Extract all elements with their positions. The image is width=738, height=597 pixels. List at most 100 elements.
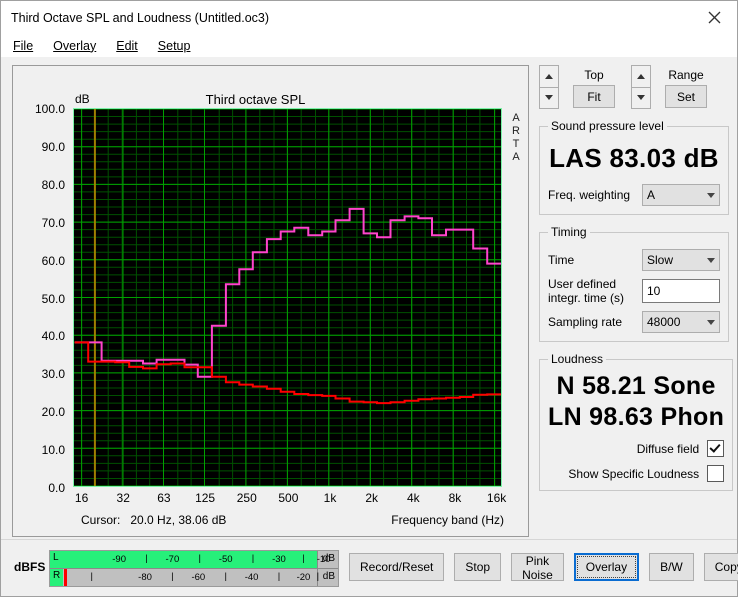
- meter-tick-top-0: -90: [112, 554, 126, 565]
- meter-tick-top-2: -50: [218, 554, 233, 565]
- top-stack: Top Fit: [565, 65, 623, 109]
- loudness-phon-value: LN 98.63 Phon: [548, 403, 725, 431]
- y-tick-50.0: 50.0: [41, 291, 65, 306]
- range-up-arrow-icon[interactable]: [631, 65, 651, 87]
- menu-item-setup[interactable]: Setup: [156, 38, 193, 54]
- y-tick-40.0: 40.0: [41, 329, 65, 344]
- x-tick-1k: 1k: [323, 491, 337, 505]
- time-row: Time Slow: [548, 249, 720, 271]
- meter-divider-bot-4: |: [316, 571, 320, 582]
- range-control-group: Range Set: [631, 65, 715, 109]
- chevron-down-icon: [707, 319, 715, 325]
- y-tick-0.0: 0.0: [48, 481, 65, 495]
- stop-button[interactable]: Stop: [454, 553, 502, 581]
- top-down-arrow-icon[interactable]: [539, 86, 559, 109]
- meter-tick-bot-3: -20: [296, 572, 311, 583]
- time-select[interactable]: Slow: [642, 249, 720, 271]
- x-axis-title: Frequency band (Hz): [391, 513, 504, 527]
- cursor-label: Cursor:: [81, 513, 121, 527]
- specific-loudness-checkbox[interactable]: [707, 465, 725, 482]
- menu-file-label: File: [13, 38, 34, 53]
- chart-title: Third octave SPL: [205, 92, 306, 107]
- meter-tick-bot-0: -80: [138, 572, 152, 583]
- sampling-rate-select[interactable]: 48000: [642, 311, 720, 333]
- scale-controls: Top Fit Range Set: [539, 65, 729, 109]
- y-tick-30.0: 30.0: [41, 367, 65, 382]
- integration-time-input[interactable]: [642, 279, 720, 303]
- menu-item-edit[interactable]: Edit: [114, 38, 140, 54]
- meter-divider-top-0: |: [145, 553, 148, 564]
- menu-bar: File Overlay Edit Setup: [1, 34, 737, 57]
- level-meter: L dB -90 -70 -50 -30 -10 | | | | R dB -8…: [49, 550, 339, 587]
- loudness-legend: Loudness: [551, 352, 604, 366]
- spl-value: LAS 83.03 dB: [549, 143, 719, 173]
- graph-panel: dB Third octave SPL 0.0 10.0 20.0 30.0 40.0 5…: [12, 65, 529, 537]
- top-up-arrow-icon[interactable]: [539, 65, 559, 87]
- bottom-bar: dBFS L dB -90 -70 -50 -30 -10 | | | | R …: [1, 539, 738, 596]
- title-bar: Third Octave SPL and Loudness (Untitled.…: [1, 1, 737, 34]
- sampling-rate-row: Sampling rate 48000: [548, 311, 720, 333]
- overlay-button[interactable]: Overlay: [573, 553, 640, 581]
- x-tick-63: 63: [157, 491, 171, 505]
- range-stack: Range Set: [657, 65, 715, 109]
- y-tick-80.0: 80.0: [41, 177, 65, 192]
- y-tick-20.0: 20.0: [41, 405, 65, 420]
- time-label: Time: [548, 253, 575, 267]
- x-tick-500: 500: [278, 491, 299, 505]
- meter-divider-bot-2: |: [224, 571, 227, 582]
- freq-weighting-label: Freq. weighting: [548, 188, 631, 202]
- freq-weighting-row: Freq. weighting A: [548, 184, 720, 206]
- y-tick-10.0: 10.0: [41, 443, 65, 458]
- integration-time-label: User defined integr. time (s): [548, 277, 624, 305]
- integration-time-label-line1: User defined: [548, 277, 617, 291]
- menu-setup-label: Setup: [157, 38, 191, 53]
- menu-overlay-label: Overlay: [53, 38, 97, 53]
- record-reset-button[interactable]: Record/Reset: [349, 553, 445, 581]
- arta-watermark: A R T A: [508, 112, 524, 164]
- arta-letter-r: R: [512, 125, 520, 137]
- meter-divider-bot-1: |: [171, 571, 174, 582]
- diffuse-field-row: Diffuse field: [548, 440, 725, 457]
- x-tick-125: 125: [195, 491, 216, 505]
- diffuse-field-label: Diffuse field: [636, 441, 700, 456]
- x-tick-8k: 8k: [448, 491, 462, 505]
- freq-weighting-value: A: [647, 188, 656, 202]
- window-title: Third Octave SPL and Loudness (Untitled.…: [11, 10, 270, 25]
- arta-letter-a: A: [512, 112, 520, 124]
- sampling-rate-label: Sampling rate: [548, 315, 623, 329]
- x-tick-4k: 4k: [406, 491, 420, 505]
- freq-weighting-select[interactable]: A: [642, 184, 720, 206]
- set-button[interactable]: Set: [665, 85, 707, 108]
- copy-button[interactable]: Copy: [703, 553, 738, 581]
- fit-button[interactable]: Fit: [573, 85, 615, 108]
- y-axis-tick-labels: 0.0 10.0 20.0 30.0 40.0 50.0 60.0 70.0 80.0 90.0 1…: [13, 102, 69, 495]
- menu-item-overlay[interactable]: Overlay: [51, 38, 98, 54]
- y-tick-100.0: 100.0: [34, 102, 65, 116]
- pink-noise-button[interactable]: Pink Noise: [511, 553, 564, 582]
- y-tick-60.0: 60.0: [41, 253, 65, 268]
- meter-tick-top-4: -10: [316, 554, 331, 565]
- bw-button[interactable]: B/W: [649, 553, 694, 581]
- integration-time-label-line2: integr. time (s): [548, 291, 625, 305]
- specific-loudness-label: Show Specific Loudness: [568, 466, 700, 481]
- time-value: Slow: [647, 253, 674, 267]
- spl-chart-plot-area[interactable]: [73, 108, 502, 487]
- range-spinner[interactable]: [631, 65, 651, 109]
- close-icon[interactable]: [691, 1, 737, 34]
- top-spinner[interactable]: [539, 65, 559, 109]
- timing-group: Timing Time Slow User defined integr. ti…: [539, 225, 729, 342]
- loudness-group: Loudness N 58.21 Sone LN 98.63 Phon Diff…: [539, 352, 734, 491]
- chevron-down-icon: [707, 257, 715, 263]
- x-tick-16k: 16k: [486, 491, 507, 505]
- meter-divider-top-3: |: [302, 553, 305, 564]
- diffuse-field-checkbox[interactable]: [707, 440, 725, 457]
- menu-item-file[interactable]: File: [11, 38, 35, 54]
- x-tick-16: 16: [74, 491, 89, 505]
- x-axis-tick-labels: 16 32 63 125 250 500 1k 2k 4k 8k 16k: [73, 491, 506, 509]
- integration-time-row: User defined integr. time (s): [548, 277, 720, 305]
- action-button-row: Record/Reset Stop Pink Noise Overlay B/W…: [349, 553, 738, 582]
- range-down-arrow-icon[interactable]: [631, 86, 651, 109]
- cursor-value: 20.0 Hz, 38.06 dB: [130, 513, 227, 527]
- specific-loudness-row: Show Specific Loudness: [548, 465, 725, 482]
- meter-divider-bot-0: |: [90, 571, 93, 582]
